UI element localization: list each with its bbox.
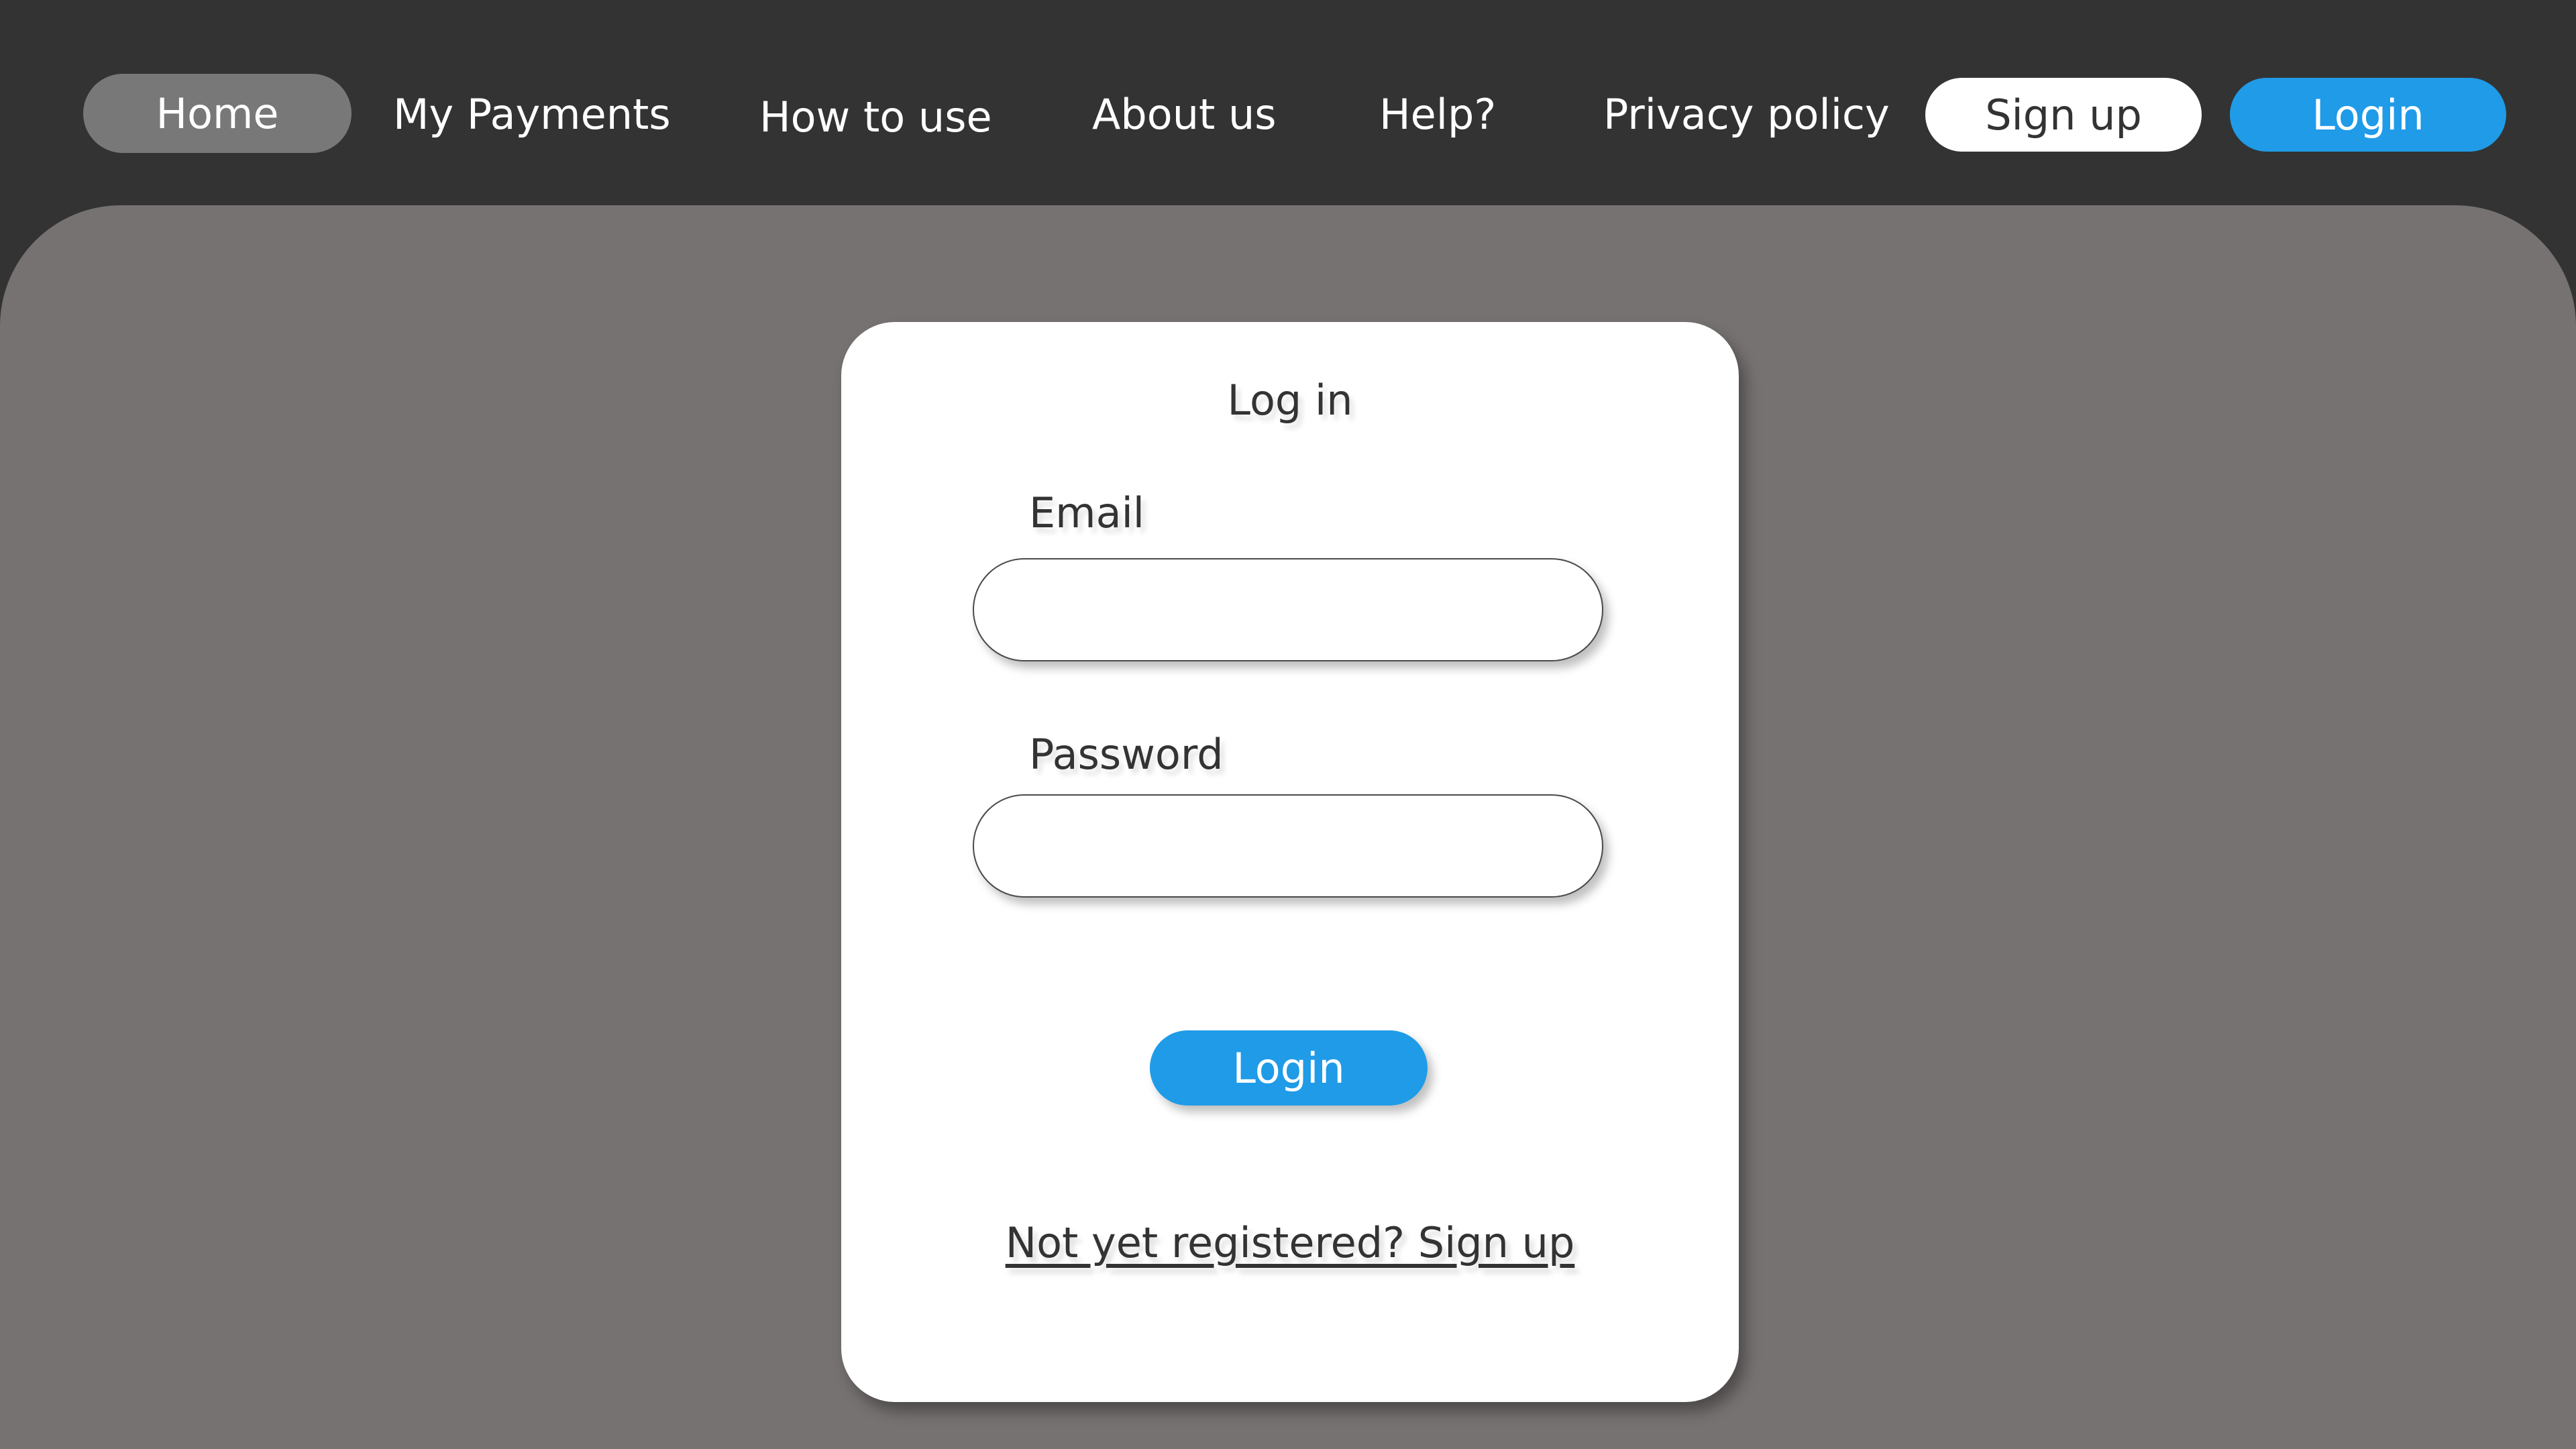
nav-item-my-payments[interactable]: My Payments (393, 94, 671, 136)
nav-item-how-to-use[interactable]: How to use (759, 97, 992, 138)
nav-item-help[interactable]: Help? (1379, 94, 1496, 136)
password-label: Password (1029, 730, 1224, 779)
nav-home-button[interactable]: Home (83, 74, 352, 153)
email-field[interactable] (973, 558, 1603, 661)
login-card-title: Log in (1227, 376, 1353, 425)
password-field[interactable] (973, 794, 1603, 898)
nav-item-privacy-policy[interactable]: Privacy policy (1603, 94, 1890, 136)
login-submit-button[interactable]: Login (1150, 1030, 1428, 1106)
top-navigation-bar: Home My Payments How to use About us Hel… (0, 0, 2576, 205)
login-button[interactable]: Login (2230, 78, 2506, 152)
signup-link[interactable]: Not yet registered? Sign up (841, 1218, 1739, 1267)
email-label: Email (1029, 488, 1145, 537)
signup-button[interactable]: Sign up (1925, 78, 2202, 152)
login-card: Log in Email Password Login Not yet regi… (841, 322, 1739, 1402)
nav-item-about-us[interactable]: About us (1092, 94, 1277, 136)
